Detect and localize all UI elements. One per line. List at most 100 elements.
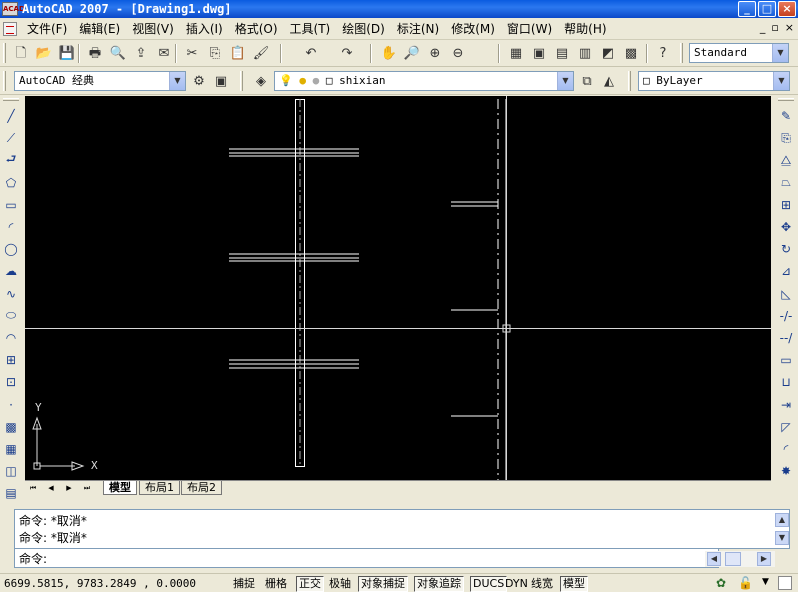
- toolbar-grip[interactable]: [3, 43, 6, 63]
- circle-icon[interactable]: ◯: [1, 239, 21, 259]
- plot-icon[interactable]: ✉: [153, 43, 175, 64]
- scroll-down-button[interactable]: ▼: [775, 531, 789, 545]
- zoom-window-icon[interactable]: ⊕: [424, 43, 446, 64]
- workspace-select[interactable]: AutoCAD 经典 ▼: [14, 71, 186, 91]
- scroll-left-button[interactable]: ◀: [707, 552, 721, 566]
- hatch-icon[interactable]: ▩: [1, 417, 21, 437]
- menu-format[interactable]: 格式(O): [229, 20, 284, 37]
- text-style-select[interactable]: Standard ▼: [689, 43, 789, 63]
- chevron-down-icon[interactable]: ▼: [773, 72, 789, 90]
- maximize-button[interactable]: □: [758, 1, 776, 17]
- sheetset-icon[interactable]: ▥: [574, 43, 596, 64]
- status-toggle-2[interactable]: 正交: [296, 576, 324, 592]
- drawing-area[interactable]: Y X: [25, 96, 771, 480]
- workspace-settings-icon[interactable]: ⚙: [188, 71, 210, 92]
- color-select[interactable]: □ ByLayer ▼: [638, 71, 790, 91]
- menu-tools[interactable]: 工具(T): [284, 20, 337, 37]
- chevron-down-icon[interactable]: ▼: [772, 44, 788, 62]
- offset-icon[interactable]: ⏢: [776, 173, 796, 193]
- status-toggle-9[interactable]: 模型: [560, 576, 588, 592]
- doc-close-button[interactable]: ×: [785, 21, 794, 34]
- doc-restore-button[interactable]: ▫: [771, 21, 778, 34]
- chamfer-icon[interactable]: ◸: [776, 417, 796, 437]
- clean-screen-icon[interactable]: [778, 576, 792, 590]
- pan-icon[interactable]: ✋: [378, 43, 400, 64]
- status-toggle-3[interactable]: 极轴: [326, 576, 354, 592]
- calculator-icon[interactable]: ▩: [620, 43, 642, 64]
- minimize-button[interactable]: _: [738, 1, 756, 17]
- status-toggle-0[interactable]: 捕捉: [230, 576, 258, 592]
- region-icon[interactable]: ◫: [1, 461, 21, 481]
- menu-dimension[interactable]: 标注(N): [391, 20, 445, 37]
- break-at-point-icon[interactable]: ▭: [776, 350, 796, 370]
- rotate-icon[interactable]: ↻: [776, 239, 796, 259]
- erase-icon[interactable]: ✎: [776, 106, 796, 126]
- extend-icon[interactable]: --/: [776, 328, 796, 348]
- save-icon[interactable]: 💾: [56, 43, 78, 64]
- make-block-icon[interactable]: ⊡: [1, 372, 21, 392]
- polyline-icon[interactable]: ⮐: [1, 150, 21, 170]
- array-icon[interactable]: ⊞: [776, 195, 796, 215]
- communication-center-icon[interactable]: ✿: [716, 576, 726, 590]
- table-icon[interactable]: ▤: [1, 483, 21, 503]
- new-icon[interactable]: 🗋: [10, 43, 32, 64]
- layer-previous-icon[interactable]: ◭: [598, 71, 620, 92]
- join-icon[interactable]: ⇥: [776, 395, 796, 415]
- preview-icon[interactable]: 🔍: [107, 43, 129, 64]
- autocad-app-icon[interactable]: ACAD: [2, 2, 25, 16]
- document-icon[interactable]: [3, 21, 17, 36]
- designcenter-icon[interactable]: ▣: [528, 43, 550, 64]
- point-icon[interactable]: ·: [1, 395, 21, 415]
- move-icon[interactable]: ✥: [776, 217, 796, 237]
- layer-manager-icon[interactable]: ◈: [250, 71, 272, 92]
- ellipse-arc-icon[interactable]: ◠: [1, 328, 21, 348]
- copy-object-icon[interactable]: ⎘: [776, 128, 796, 148]
- tab-layout1[interactable]: 布局1: [139, 481, 180, 495]
- command-input[interactable]: 命令:: [14, 549, 719, 568]
- paste-icon[interactable]: 📋: [227, 43, 249, 64]
- break-icon[interactable]: ⊔: [776, 372, 796, 392]
- scroll-right-button[interactable]: ▶: [757, 552, 771, 566]
- fillet-icon[interactable]: ◜: [776, 439, 796, 459]
- polygon-icon[interactable]: ⬠: [1, 173, 21, 193]
- menu-modify[interactable]: 修改(M): [445, 20, 501, 37]
- chevron-down-icon[interactable]: ▼: [169, 72, 185, 90]
- properties-icon[interactable]: ▦: [505, 43, 527, 64]
- toolbar-grip[interactable]: [3, 71, 6, 91]
- print-icon[interactable]: 🖶: [84, 43, 106, 64]
- scroll-thumb[interactable]: [725, 552, 741, 566]
- layer-select[interactable]: 💡 ● ● □ shixian ▼: [274, 71, 574, 91]
- command-history[interactable]: 命令: *取消* 命令: *取消* ▲ ▼: [14, 509, 790, 549]
- chevron-down-icon[interactable]: ▼: [557, 72, 573, 90]
- menu-insert[interactable]: 插入(I): [180, 20, 229, 37]
- undo-icon[interactable]: ↶: [300, 43, 322, 64]
- line-icon[interactable]: ╱: [1, 106, 21, 126]
- command-hscroll[interactable]: ◀ ▶: [705, 551, 775, 567]
- menu-edit[interactable]: 编辑(E): [73, 20, 126, 37]
- zoom-realtime-icon[interactable]: 🔎: [401, 43, 423, 64]
- menu-file[interactable]: 文件(F): [21, 20, 73, 37]
- copy-icon[interactable]: ⎘: [204, 43, 226, 64]
- tab-model[interactable]: 模型: [103, 481, 137, 495]
- toolbar-grip[interactable]: [240, 71, 243, 91]
- prev-tab-button[interactable]: ◀: [45, 482, 57, 494]
- matchprop-icon[interactable]: 🖌: [250, 43, 272, 64]
- my-workspace-icon[interactable]: ▣: [210, 71, 232, 92]
- menu-help[interactable]: 帮助(H): [558, 20, 612, 37]
- first-tab-button[interactable]: ⏮: [27, 482, 39, 494]
- zoom-previous-icon[interactable]: ⊖: [447, 43, 469, 64]
- status-toggle-7[interactable]: DYN: [502, 576, 531, 592]
- status-menu-arrow-icon[interactable]: ▼: [762, 577, 769, 587]
- menu-window[interactable]: 窗口(W): [501, 20, 558, 37]
- cut-icon[interactable]: ✂: [181, 43, 203, 64]
- tab-layout2[interactable]: 布局2: [181, 481, 222, 495]
- open-icon[interactable]: 📂: [33, 43, 55, 64]
- make-current-layer-icon[interactable]: ⧉: [576, 71, 598, 92]
- coordinate-readout[interactable]: 6699.5815, 9783.2849 , 0.0000: [4, 577, 196, 590]
- toolbar-grip[interactable]: [778, 98, 794, 101]
- status-toggle-8[interactable]: 线宽: [528, 576, 556, 592]
- arc-icon[interactable]: ◜: [1, 217, 21, 237]
- explode-icon[interactable]: ✸: [776, 461, 796, 481]
- last-tab-button[interactable]: ⏭: [81, 482, 93, 494]
- gradient-icon[interactable]: ▦: [1, 439, 21, 459]
